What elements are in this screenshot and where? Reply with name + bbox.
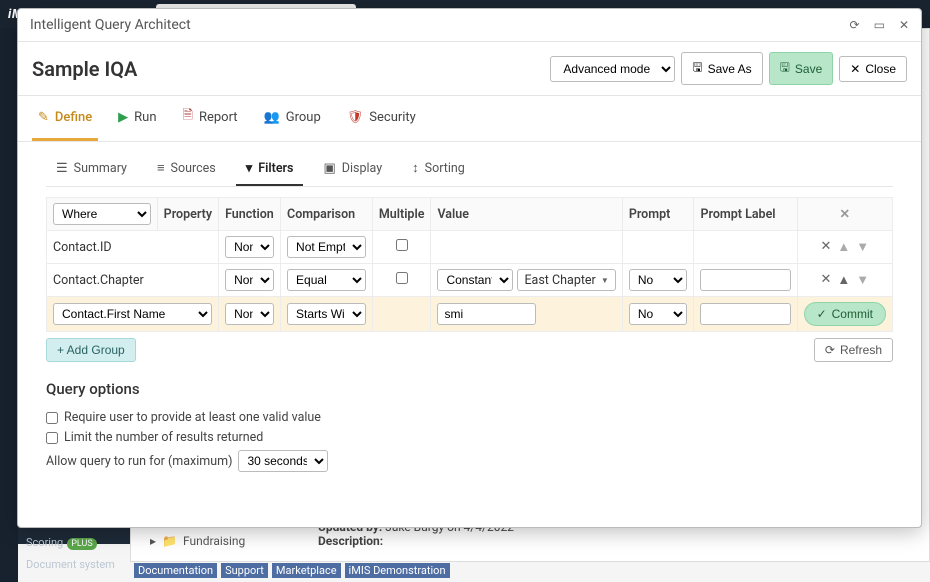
filters-table: Where Property Function Comparison Multi… (46, 197, 893, 332)
tab-security[interactable]: 🛡 Security (341, 96, 422, 141)
page-title: Sample IQA (32, 57, 137, 81)
save-icon: 🖫 (780, 58, 790, 79)
close-icon[interactable]: ✕ (899, 18, 909, 32)
database-icon: ≡ (157, 160, 165, 176)
footer-link[interactable]: Documentation (134, 563, 217, 578)
multiple-checkbox[interactable] (396, 239, 408, 251)
move-down-icon[interactable]: ▼ (856, 272, 869, 288)
footer-link[interactable]: iMIS Demonstration (345, 563, 450, 578)
refresh-icon[interactable]: ⟳ (850, 18, 860, 32)
close-icon: ✕ (850, 62, 860, 76)
folder-icon: 📁 (162, 534, 177, 548)
col-value: Value (431, 198, 622, 231)
nav-document-system[interactable]: Document system (18, 554, 130, 575)
sort-icon: ↕ (412, 160, 419, 176)
function-select[interactable]: None (225, 269, 274, 291)
multiple-checkbox[interactable] (396, 272, 408, 284)
require-checkbox[interactable] (46, 412, 58, 424)
footer-link[interactable]: Marketplace (272, 563, 341, 578)
require-label: Require user to provide at least one val… (64, 410, 321, 425)
mode-select[interactable]: Advanced mode (550, 56, 675, 82)
footer-link[interactable]: Support (221, 563, 268, 578)
refresh-icon: ⟳ (825, 343, 835, 357)
main-tabs: ✎ Define ▶ Run 🗎 Report 👥 Group 🛡 Securi… (18, 96, 921, 142)
refresh-button[interactable]: ⟳ Refresh (814, 338, 893, 362)
check-icon: ✓ (817, 307, 827, 321)
col-property: Property (157, 198, 218, 231)
filter-edit-row: Contact.First Name None Starts With No ✓… (47, 297, 893, 332)
property-cell: Contact.ID (47, 231, 219, 264)
commit-button[interactable]: ✓ Commit (804, 302, 886, 326)
tab-run[interactable]: ▶ Run (112, 96, 162, 141)
tree-item-fundraising[interactable]: ▸ 📁 Fundraising (150, 534, 245, 548)
comparison-select[interactable]: Equal (287, 269, 366, 291)
nav-scoring[interactable]: ScoringPLUS (18, 532, 130, 554)
col-prompt: Prompt (622, 198, 694, 231)
query-options: Query options Require user to provide at… (46, 380, 893, 472)
filter-row: Contact.Chapter None Equal Constant East… (47, 264, 893, 297)
prompt-label-input[interactable] (700, 303, 790, 325)
allow-label: Allow query to run for (maximum) (46, 454, 232, 469)
max-runtime-select[interactable]: 30 seconds (238, 450, 328, 472)
where-mode-select[interactable]: Where (53, 203, 151, 225)
function-select[interactable]: None (225, 236, 274, 258)
value-input[interactable] (437, 303, 535, 325)
subtab-sources[interactable]: ≡Sources (147, 152, 226, 186)
filter-row: Contact.ID None Not Empty ✕ ▲ ▼ (47, 231, 893, 264)
play-icon: ▶ (118, 110, 128, 125)
subtab-sorting[interactable]: ↕Sorting (402, 152, 475, 186)
property-cell: Contact.Chapter (47, 264, 219, 297)
prompt-select[interactable]: No (629, 303, 688, 325)
delete-all-icon[interactable]: ✕ (840, 207, 850, 222)
layout-icon: ▣ (323, 161, 335, 176)
save-button[interactable]: 🖫 Save (769, 52, 834, 85)
delete-row-icon[interactable]: ✕ (820, 272, 831, 288)
dialog-header: Sample IQA Advanced mode 🖫 Save As 🖫 Sav… (18, 42, 921, 96)
prompt-select[interactable]: No (629, 269, 688, 291)
left-icon-rail (0, 28, 18, 582)
plus-badge: PLUS (67, 538, 96, 550)
col-comparison: Comparison (281, 198, 373, 231)
col-prompt-label: Prompt Label (694, 198, 797, 231)
group-icon: 👥 (264, 110, 280, 125)
document-icon: 🗎 (183, 106, 193, 128)
save-as-button[interactable]: 🖫 Save As (681, 52, 762, 85)
close-button[interactable]: ✕ Close (839, 56, 907, 82)
pencil-icon: ✎ (38, 110, 49, 125)
property-select[interactable]: Contact.First Name (53, 303, 212, 325)
shield-icon: 🛡 (347, 110, 364, 125)
col-multiple: Multiple (372, 198, 431, 231)
caret-icon: ▸ (150, 534, 156, 548)
limit-label: Limit the number of results returned (64, 430, 263, 445)
sub-tabs: ☰Summary ≡Sources ▾Filters ▣Display ↕Sor… (46, 152, 893, 187)
dialog-titlebar: Intelligent Query Architect ⟳ ▭ ✕ (18, 9, 921, 42)
prompt-label-input[interactable] (700, 269, 790, 291)
footer-links: Documentation Support Marketplace iMIS D… (134, 563, 450, 578)
move-down-icon[interactable]: ▼ (856, 239, 869, 255)
function-select[interactable]: None (225, 303, 274, 325)
subtab-filters[interactable]: ▾Filters (236, 152, 304, 186)
comparison-select[interactable]: Not Empty (287, 236, 366, 258)
move-up-icon[interactable]: ▲ (837, 239, 850, 255)
subtab-display[interactable]: ▣Display (313, 152, 392, 186)
value-type-select[interactable]: Constant (437, 269, 513, 291)
dialog-title: Intelligent Query Architect (30, 17, 191, 33)
filter-icon: ▾ (246, 161, 253, 176)
delete-row-icon[interactable]: ✕ (820, 239, 831, 255)
add-group-button[interactable]: + Add Group (46, 338, 136, 362)
tab-group[interactable]: 👥 Group (258, 96, 327, 141)
save-icon: 🖫 (692, 58, 702, 79)
subtab-summary[interactable]: ☰Summary (46, 152, 137, 186)
list-icon: ☰ (56, 161, 68, 176)
tab-define[interactable]: ✎ Define (32, 96, 98, 141)
maximize-icon[interactable]: ▭ (874, 18, 885, 32)
value-combo[interactable]: East Chapter (517, 269, 615, 291)
limit-checkbox[interactable] (46, 432, 58, 444)
iqa-dialog: Intelligent Query Architect ⟳ ▭ ✕ Sample… (17, 8, 922, 528)
options-title: Query options (46, 380, 893, 398)
col-function: Function (219, 198, 281, 231)
comparison-select[interactable]: Starts With (287, 303, 366, 325)
move-up-icon[interactable]: ▲ (837, 272, 850, 288)
tab-report[interactable]: 🗎 Report (177, 96, 244, 141)
